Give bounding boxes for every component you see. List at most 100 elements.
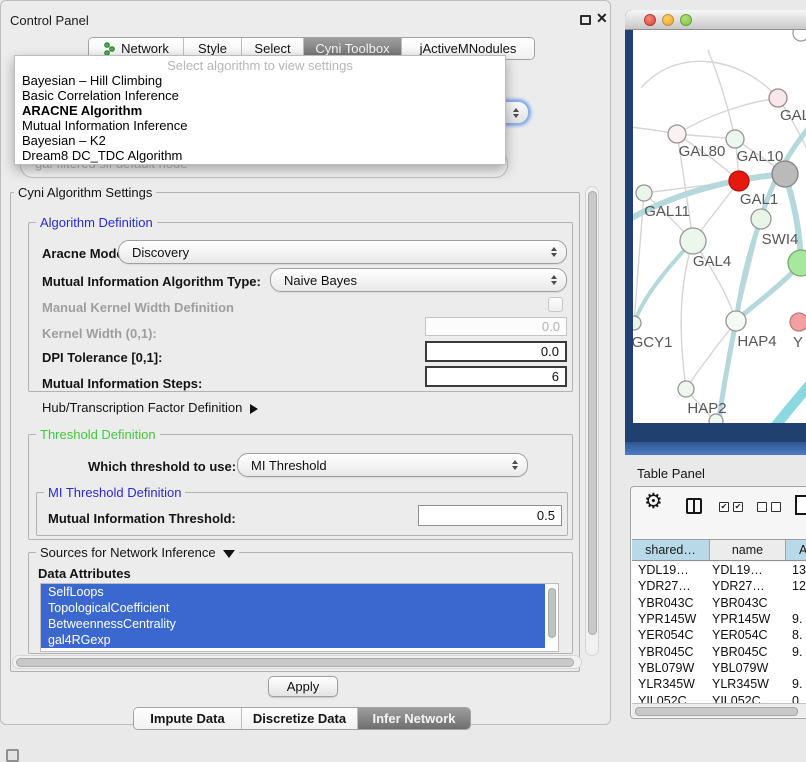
network-node[interactable] xyxy=(772,161,798,187)
close-traffic-light[interactable] xyxy=(644,14,656,26)
gear-icon[interactable]: ⚙ xyxy=(644,491,663,512)
algorithm-option[interactable]: Dream8 DC_TDC Algorithm xyxy=(15,148,505,163)
mi-type-value: Naive Bayes xyxy=(284,273,357,288)
algorithm-option[interactable]: Mutual Information Inference xyxy=(15,118,505,133)
deselect-all-checkbox-icon-2[interactable] xyxy=(771,502,781,512)
which-threshold-select[interactable]: MI Threshold xyxy=(237,453,528,477)
float-window-icon[interactable] xyxy=(580,15,591,25)
aracne-mode-select[interactable]: Discovery xyxy=(118,240,567,264)
select-all-checkbox-icon[interactable]: ✔ xyxy=(719,502,729,512)
node-label: GAL4 xyxy=(693,253,731,270)
mi-algorithm-type-select[interactable]: Naive Bayes xyxy=(270,268,567,292)
network-node[interactable] xyxy=(793,30,806,41)
mi-threshold-field[interactable]: 0.5 xyxy=(418,505,562,526)
aracne-mode-label: Aracne Mode: xyxy=(42,246,128,261)
column-header-shared[interactable]: shared… xyxy=(632,540,710,560)
algorithm-option[interactable]: ARACNE Algorithm xyxy=(15,103,505,118)
table-row[interactable]: YER054CYER054C8. xyxy=(632,627,806,643)
attribute-list-item[interactable]: TopologicalCoefficient xyxy=(41,600,545,616)
sources-group-toggle[interactable]: Sources for Network Inference xyxy=(36,545,239,560)
attribute-list-item[interactable]: SelfLoops xyxy=(41,584,545,600)
apply-button[interactable]: Apply xyxy=(268,676,338,697)
corner-widget-icon[interactable] xyxy=(6,749,19,762)
network-node-hap4[interactable] xyxy=(726,311,746,331)
select-all-checkbox-icon-2[interactable]: ✔ xyxy=(733,502,743,512)
network-node[interactable] xyxy=(709,414,723,423)
node-label: GAL80 xyxy=(679,143,726,160)
show-columns-icon[interactable] xyxy=(686,498,702,514)
network-node-hap2[interactable] xyxy=(678,381,694,397)
column-header-name[interactable]: name xyxy=(710,540,786,560)
network-node-gal10[interactable] xyxy=(726,130,744,148)
tab-impute-data[interactable]: Impute Data xyxy=(134,708,241,729)
network-graph[interactable]: GALGAL80GAL10GAL1GAL11SWI4GAL4GCY1HAP4YH… xyxy=(633,30,806,423)
dpi-tolerance-label: DPI Tolerance [0,1]: xyxy=(42,350,162,365)
network-node-y[interactable] xyxy=(790,313,806,331)
close-icon[interactable]: ✕ xyxy=(596,10,608,27)
cyni-mode-tab-bar: Impute DataDiscretize DataInfer Network xyxy=(133,707,471,730)
table-row[interactable]: YBL079WYBL079W xyxy=(632,660,806,676)
network-node-gcy1[interactable] xyxy=(633,316,641,330)
settings-vertical-scrollbar[interactable] xyxy=(585,186,599,656)
algorithm-option[interactable]: Basic Correlation Inference xyxy=(15,88,505,103)
settings-horizontal-scrollbar[interactable] xyxy=(12,655,582,669)
table-row[interactable]: YLR345WYLR345W9. xyxy=(632,676,806,692)
attribute-list-item[interactable]: gal4RGexp xyxy=(41,632,545,648)
table-row[interactable]: YPR145WYPR145W9. xyxy=(632,611,806,627)
kernel-width-field[interactable]: 0.0 xyxy=(425,317,567,336)
network-edge[interactable] xyxy=(641,61,778,98)
network-node-gal1[interactable] xyxy=(729,171,749,191)
spinner-arrows-icon xyxy=(513,108,519,118)
mi-steps-field[interactable]: 6 xyxy=(425,366,567,387)
column-header-partial[interactable]: A xyxy=(786,540,806,560)
table-row[interactable]: YBR043CYBR043C xyxy=(632,595,806,611)
network-node-gal[interactable] xyxy=(769,89,787,107)
network-node-gal11[interactable] xyxy=(636,185,652,201)
table-row[interactable]: YDL19…YDL19…13 xyxy=(632,562,806,578)
network-edge[interactable] xyxy=(677,98,778,134)
table-panel: ⚙ ✔ ✔ shared… name A YDL19…YDL19…13YDR27… xyxy=(630,486,806,719)
cyni-settings-group-title: Cyni Algorithm Settings xyxy=(14,185,156,200)
spinner-arrows-icon xyxy=(551,275,557,285)
table-horizontal-scrollbar[interactable] xyxy=(632,703,806,717)
algorithm-option[interactable]: Bayesian – Hill Climbing xyxy=(15,73,505,88)
scrollbar-thumb[interactable] xyxy=(16,658,574,667)
network-node-swi4[interactable] xyxy=(751,209,771,229)
list-scrollbar-thumb[interactable] xyxy=(548,588,556,638)
mi-threshold-group-title: MI Threshold Definition xyxy=(44,485,185,500)
manual-kernel-checkbox[interactable] xyxy=(548,297,563,312)
tab-discretize-data[interactable]: Discretize Data xyxy=(241,708,357,729)
scrollbar-thumb[interactable] xyxy=(635,707,798,716)
mi-threshold-label: Mutual Information Threshold: xyxy=(48,511,236,526)
deselect-all-checkbox-icon[interactable] xyxy=(757,502,767,512)
table-row[interactable]: YDR27…YDR27…12 xyxy=(632,578,806,594)
node-label: GAL xyxy=(780,107,806,124)
network-canvas[interactable]: GALGAL80GAL10GAL1GAL11SWI4GAL4GCY1HAP4YH… xyxy=(633,30,806,423)
table-row[interactable]: YBR045CYBR045C9. xyxy=(632,643,806,659)
mi-steps-label: Mutual Information Steps: xyxy=(42,376,202,391)
table-row[interactable]: YIL052CYIL052C0. xyxy=(632,692,806,703)
data-attributes-label: Data Attributes xyxy=(38,566,131,581)
network-window-bottom-frame xyxy=(625,442,806,455)
zoom-traffic-light[interactable] xyxy=(680,14,692,26)
node-label: HAP2 xyxy=(687,400,726,417)
hub-definition-toggle[interactable]: Hub/Transcription Factor Definition xyxy=(42,400,258,415)
network-view-window: GALGAL80GAL10GAL1GAL11SWI4GAL4GCY1HAP4YH… xyxy=(625,10,806,455)
expand-right-icon xyxy=(250,404,258,414)
node-label: SWI4 xyxy=(762,231,799,248)
attribute-list-item[interactable]: BetweennessCentrality xyxy=(41,616,545,632)
tab-infer-network[interactable]: Infer Network xyxy=(357,708,470,729)
network-node-gal4[interactable] xyxy=(680,228,706,254)
scrollbar-thumb[interactable] xyxy=(588,191,597,635)
data-attributes-list[interactable]: SelfLoopsTopologicalCoefficientBetweenne… xyxy=(40,583,559,652)
network-edge[interactable] xyxy=(771,378,806,423)
table-header-row: shared… name A xyxy=(632,539,806,561)
network-window-titlebar[interactable] xyxy=(625,10,806,30)
dpi-tolerance-field[interactable]: 0.0 xyxy=(425,341,567,362)
minimize-traffic-light[interactable] xyxy=(662,14,674,26)
node-label: GCY1 xyxy=(633,334,672,351)
network-edge[interactable] xyxy=(681,241,693,389)
new-table-icon[interactable] xyxy=(795,495,806,515)
algorithm-option[interactable]: Bayesian – K2 xyxy=(15,133,505,148)
network-node-gal80[interactable] xyxy=(668,125,686,143)
